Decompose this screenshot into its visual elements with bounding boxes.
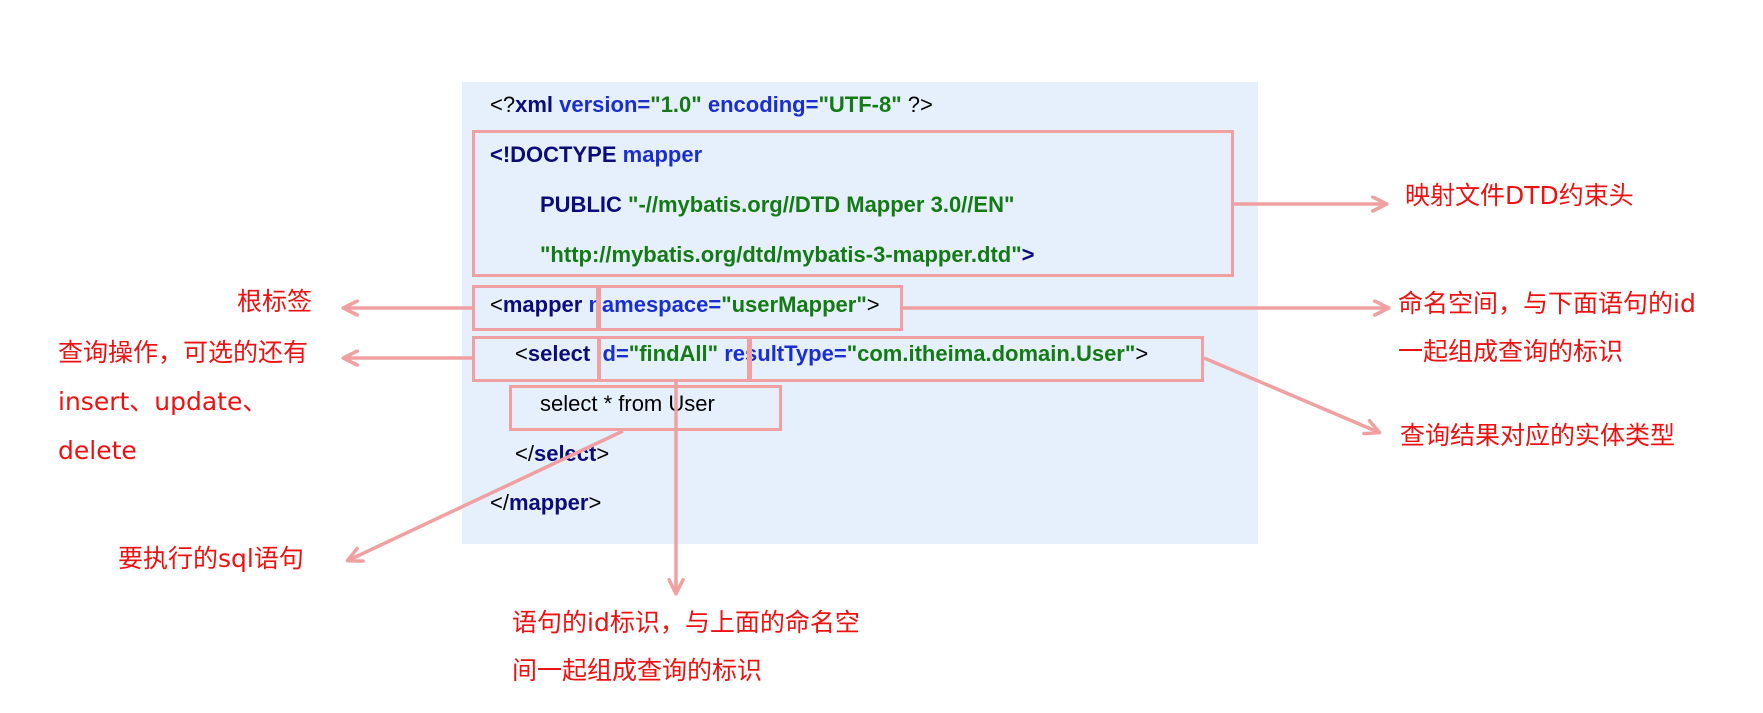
statement-id-note-line2: 间一起组成查询的标识 (512, 656, 763, 685)
dtd-header-note: 映射文件DTD约束头 (1405, 181, 1634, 210)
namespace-note-line1: 命名空间，与下面语句的id (1398, 289, 1696, 318)
operation-note-line1: 查询操作，可选的还有 (58, 338, 309, 367)
result-type-arrow (1203, 356, 1382, 436)
namespace-note-line2: 一起组成查询的标识 (1398, 337, 1624, 366)
statement-id-note-line1: 语句的id标识，与上面的命名空 (512, 608, 860, 637)
root-tag-note: 根标签 (237, 287, 313, 316)
result-type-note: 查询结果对应的实体类型 (1400, 421, 1676, 450)
diagram-canvas: <?xml version="1.0" encoding="UTF-8" ?> … (0, 0, 1763, 713)
sql-arrow (345, 429, 624, 563)
operation-note-line3: delete (58, 436, 137, 465)
sql-statement-note: 要执行的sql语句 (118, 544, 304, 573)
operation-note-line2: insert、update、 (58, 387, 268, 416)
